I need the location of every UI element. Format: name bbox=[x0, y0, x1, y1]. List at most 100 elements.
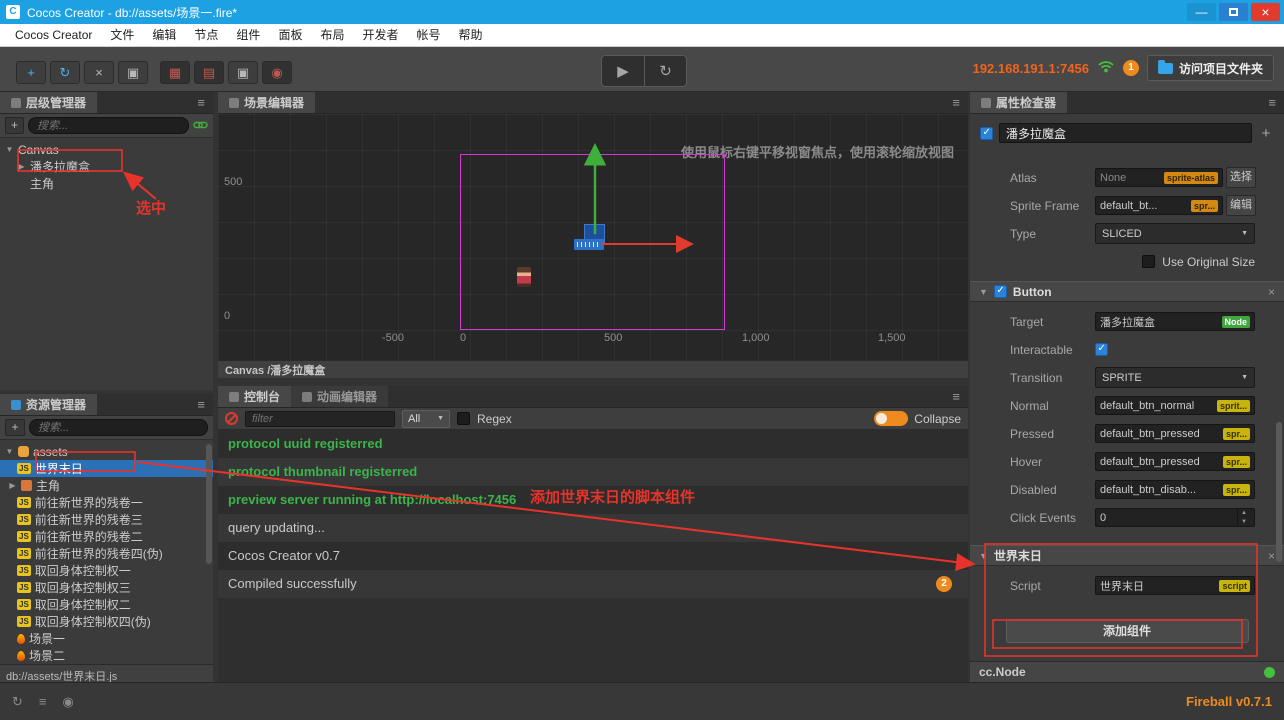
regex-checkbox[interactable] bbox=[457, 412, 470, 425]
asset-item[interactable]: JS 取回身体控制权二 bbox=[0, 596, 213, 613]
asset-item[interactable]: JS 前往新世界的残卷一 bbox=[0, 494, 213, 511]
menu-item-layout[interactable]: 布局 bbox=[311, 24, 353, 47]
visibility-icon[interactable] bbox=[1264, 666, 1275, 678]
menu-item-account[interactable]: 帐号 bbox=[407, 24, 449, 47]
asset-item[interactable]: ▼ assets bbox=[0, 443, 213, 460]
asset-item[interactable]: JS 取回身体控制权一 bbox=[0, 562, 213, 579]
hierarchy-add-button[interactable]: + bbox=[5, 117, 24, 134]
atlas-select-button[interactable]: 选择 bbox=[1226, 167, 1256, 188]
assets-scrollbar[interactable] bbox=[206, 444, 212, 564]
collapse-icon[interactable]: ▶ bbox=[17, 162, 26, 171]
node-active-checkbox[interactable] bbox=[980, 126, 993, 140]
menu-item-edit[interactable]: 编辑 bbox=[143, 24, 185, 47]
hover-sprite-value[interactable]: default_btn_pressed spr... bbox=[1095, 452, 1255, 471]
add-component-button[interactable]: 添加组件 bbox=[1005, 619, 1249, 643]
assets-menu-icon[interactable]: ≡ bbox=[189, 394, 213, 415]
scene-viewport[interactable]: 使用鼠标右键平移视窗焦点，使用滚轮缩放视图 500 0 -500 0 500 1… bbox=[218, 114, 968, 360]
tab-scene-editor[interactable]: 场景编辑器 bbox=[218, 92, 316, 113]
asset-item[interactable]: JS 前往新世界的残卷二 bbox=[0, 528, 213, 545]
sprite-frame-edit-button[interactable]: 编辑 bbox=[1226, 195, 1256, 216]
menu-item-node[interactable]: 节点 bbox=[185, 24, 227, 47]
asset-item[interactable]: ▶ 主角 bbox=[0, 477, 213, 494]
clear-console-icon[interactable] bbox=[225, 412, 238, 425]
stepper-arrows[interactable]: ▲ ▼ bbox=[1237, 509, 1250, 526]
rotate-tool-button[interactable]: ▤ bbox=[194, 61, 224, 84]
tab-console[interactable]: 控制台 bbox=[218, 386, 292, 407]
menu-item-file[interactable]: 文件 bbox=[101, 24, 143, 47]
transform-gizmo[interactable] bbox=[218, 114, 968, 360]
node-name-input[interactable] bbox=[999, 123, 1252, 143]
log-level-dropdown[interactable]: All ▼ bbox=[402, 409, 450, 428]
atlas-value[interactable]: None sprite-atlas bbox=[1095, 168, 1223, 187]
disabled-sprite-value[interactable]: default_btn_disab... spr... bbox=[1095, 480, 1255, 499]
type-dropdown[interactable]: SLICED ▼ bbox=[1095, 223, 1255, 244]
minimize-button[interactable]: — bbox=[1187, 3, 1216, 21]
script-value[interactable]: 世界末日 script bbox=[1095, 576, 1255, 595]
interactable-checkbox[interactable] bbox=[1095, 343, 1108, 356]
pressed-sprite-value[interactable]: default_btn_pressed spr... bbox=[1095, 424, 1255, 443]
tab-assets[interactable]: 资源管理器 bbox=[0, 394, 98, 415]
assets-search-input[interactable] bbox=[29, 419, 208, 436]
menu-item-developer[interactable]: 开发者 bbox=[353, 24, 407, 47]
asset-item[interactable]: JS 取回身体控制权四(伪) bbox=[0, 613, 213, 630]
close-button[interactable]: × bbox=[1251, 3, 1280, 21]
normal-sprite-value[interactable]: default_btn_normal sprit... bbox=[1095, 396, 1255, 415]
asset-item[interactable]: JS 前往新世界的残卷三 bbox=[0, 511, 213, 528]
menu-item-panel[interactable]: 面板 bbox=[269, 24, 311, 47]
button-enabled-checkbox[interactable] bbox=[993, 285, 1007, 298]
open-project-folder-button[interactable]: 访问项目文件夹 bbox=[1146, 55, 1274, 81]
layers-icon[interactable]: ≡ bbox=[39, 694, 47, 709]
move-tool-button[interactable]: ▦ bbox=[160, 61, 190, 84]
breadcrumb[interactable]: Canvas /潘多拉魔盒 bbox=[218, 360, 968, 378]
link-icon[interactable] bbox=[193, 117, 208, 135]
button-component-header[interactable]: ▼ Button × bbox=[970, 281, 1284, 302]
scene-menu-icon[interactable]: ≡ bbox=[944, 92, 968, 113]
target-value[interactable]: 潘多拉魔盒 Node bbox=[1095, 312, 1255, 331]
remove-component-icon[interactable]: × bbox=[1268, 549, 1275, 563]
expand-icon[interactable]: ▼ bbox=[5, 145, 14, 154]
delete-button[interactable]: × bbox=[84, 61, 114, 84]
collapse-toggle[interactable] bbox=[874, 411, 909, 426]
tab-inspector[interactable]: 属性检查器 bbox=[970, 92, 1068, 113]
inspector-scrollbar[interactable] bbox=[1276, 422, 1282, 562]
refresh-button[interactable]: ↻ bbox=[50, 61, 80, 84]
console-menu-icon[interactable]: ≡ bbox=[944, 386, 968, 407]
frame-select-button[interactable]: ▣ bbox=[118, 61, 148, 84]
script-component-header[interactable]: ▼ 世界末日 × bbox=[970, 545, 1284, 566]
asset-item[interactable]: JS 取回身体控制权三 bbox=[0, 579, 213, 596]
add-node-button[interactable]: + bbox=[16, 61, 46, 84]
chevron-down-icon[interactable]: ▼ bbox=[979, 551, 988, 561]
asset-item[interactable]: 场景二 bbox=[0, 647, 213, 664]
asset-item[interactable]: JS 前往新世界的残卷四(伪) bbox=[0, 545, 213, 562]
menu-item-help[interactable]: 帮助 bbox=[450, 24, 492, 47]
play-button[interactable]: ▶ bbox=[602, 56, 644, 86]
console-filter-input[interactable] bbox=[245, 410, 395, 427]
click-events-stepper[interactable]: 0 ▲ ▼ bbox=[1095, 508, 1255, 527]
hierarchy-item-canvas[interactable]: ▼ Canvas bbox=[0, 141, 213, 158]
hierarchy-item-pandora-box[interactable]: ▶ 潘多拉魔盒 bbox=[0, 158, 213, 175]
use-original-size-checkbox[interactable] bbox=[1142, 255, 1156, 268]
tab-hierarchy[interactable]: 层级管理器 bbox=[0, 92, 98, 113]
remove-component-icon[interactable]: × bbox=[1268, 285, 1275, 299]
tab-animation-editor[interactable]: 动画编辑器 bbox=[291, 386, 389, 407]
collapse-icon[interactable]: ▶ bbox=[8, 481, 17, 490]
sprite-frame-value[interactable]: default_bt... spr... bbox=[1095, 196, 1223, 215]
refresh-icon[interactable]: ↻ bbox=[12, 694, 23, 710]
maximize-button[interactable] bbox=[1219, 3, 1248, 21]
add-icon[interactable]: + bbox=[1258, 125, 1274, 142]
hierarchy-search-input[interactable] bbox=[28, 117, 189, 134]
asset-item-selected[interactable]: JS 世界末日 bbox=[0, 460, 213, 477]
menu-item-component[interactable]: 组件 bbox=[227, 24, 269, 47]
titlebar[interactable]: C Cocos Creator - db://assets/场景一.fire* … bbox=[0, 0, 1284, 24]
reload-button[interactable]: ↻ bbox=[644, 56, 686, 86]
asset-item[interactable]: 场景一 bbox=[0, 630, 213, 647]
chevron-down-icon[interactable]: ▼ bbox=[979, 287, 988, 297]
rect-tool-button[interactable]: ▣ bbox=[228, 61, 258, 84]
hierarchy-menu-icon[interactable]: ≡ bbox=[189, 92, 213, 113]
expand-icon[interactable]: ▼ bbox=[5, 447, 14, 456]
inspector-menu-icon[interactable]: ≡ bbox=[1260, 92, 1284, 113]
assets-add-button[interactable]: + bbox=[5, 419, 25, 436]
eye-icon[interactable]: ◉ bbox=[63, 694, 74, 710]
menu-item-cocos-creator[interactable]: Cocos Creator bbox=[6, 24, 101, 47]
scale-tool-button[interactable]: ◉ bbox=[262, 61, 292, 84]
